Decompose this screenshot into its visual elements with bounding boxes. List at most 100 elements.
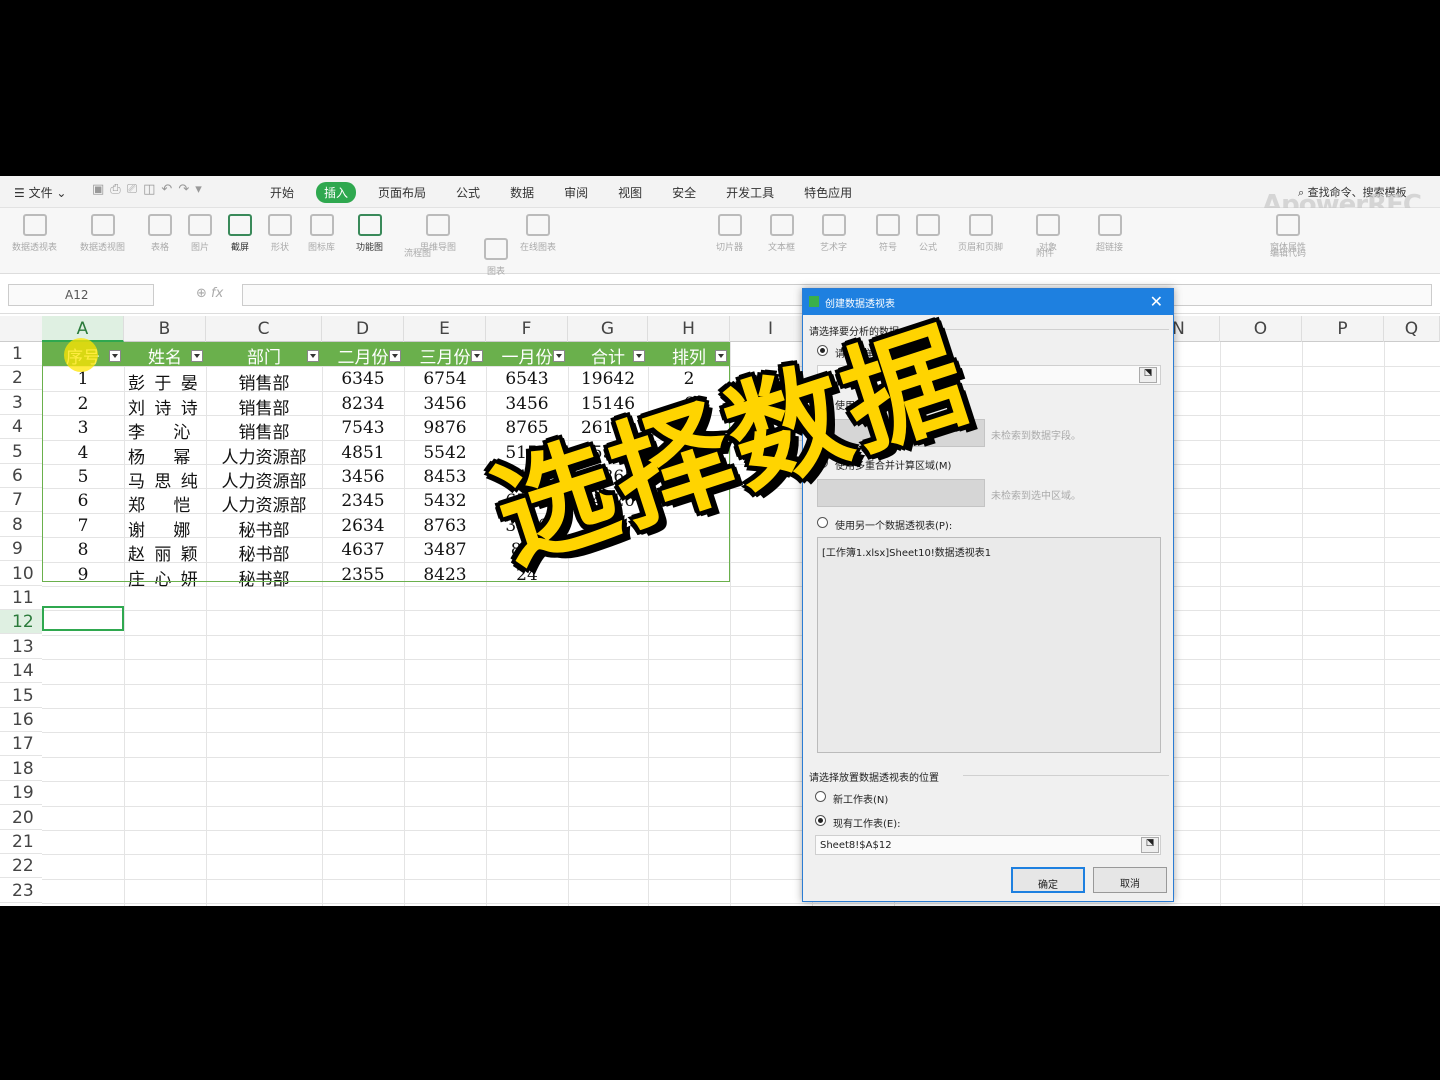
list-item[interactable]: [工作簿1.xlsx]Sheet10!数据透视表1 (822, 544, 1160, 559)
table-cell[interactable]: 销售部 (206, 392, 322, 419)
column-header[interactable]: H (648, 316, 730, 342)
table-cell[interactable]: 庄 心 妍 (124, 563, 206, 590)
filter-dropdown-icon[interactable] (471, 350, 483, 362)
filter-dropdown-icon[interactable] (191, 350, 203, 362)
row-header[interactable]: 2 (0, 366, 42, 391)
radio-another-pivot[interactable] (817, 517, 828, 528)
tab-review[interactable]: 审阅 (556, 182, 596, 203)
table-cell[interactable]: 刘 诗 诗 (124, 392, 206, 419)
ok-button[interactable]: 确定 (1011, 867, 1085, 893)
row-header[interactable]: 5 (0, 440, 42, 464)
table-cell[interactable]: 6 (42, 489, 124, 513)
save-icon[interactable]: ▣ (92, 182, 104, 197)
row-header[interactable]: 11 (0, 586, 42, 610)
table-cell[interactable]: 9 (42, 563, 124, 587)
table-header-cell[interactable]: 部门 (206, 342, 322, 368)
table-cell[interactable]: 销售部 (206, 416, 322, 443)
row-header[interactable]: 16 (0, 708, 42, 732)
table-cell[interactable]: 8234 (322, 392, 404, 416)
radio-existing-sheet[interactable] (815, 815, 826, 826)
table-header-cell[interactable]: 三月份 (404, 342, 486, 368)
table-cell[interactable]: 4637 (322, 538, 404, 562)
tab-insert[interactable]: 插入 (316, 182, 357, 203)
table-cell[interactable] (648, 563, 730, 587)
row-header[interactable]: 19 (0, 781, 42, 806)
name-box[interactable]: A12 (8, 284, 154, 306)
table-cell[interactable]: 杨 幂 (124, 441, 206, 468)
tab-formulas[interactable]: 公式 (448, 182, 488, 203)
table-cell[interactable]: 6543 (486, 367, 568, 391)
row-header[interactable]: 8 (0, 513, 42, 537)
table-cell[interactable]: 8763 (404, 514, 486, 538)
ribbon-item[interactable]: 功能图 (356, 214, 383, 253)
row-header[interactable]: 12 (0, 610, 42, 635)
location-input[interactable]: Sheet8!$A$12 (815, 835, 1161, 855)
row-header[interactable]: 21 (0, 830, 42, 854)
table-cell[interactable]: 8423 (404, 563, 486, 587)
column-header[interactable]: C (206, 316, 322, 342)
row-header[interactable]: 3 (0, 391, 42, 415)
table-cell[interactable]: 8 (42, 538, 124, 562)
ribbon-item[interactable]: 艺术字 (820, 214, 847, 253)
column-header[interactable]: D (322, 316, 404, 342)
ribbon-item[interactable]: 数据透视图 (80, 214, 125, 253)
table-cell[interactable]: 李 沁 (124, 416, 206, 443)
table-cell[interactable]: 秘书部 (206, 538, 322, 565)
table-cell[interactable]: 马 思 纯 (124, 465, 206, 492)
row-header[interactable]: 9 (0, 537, 42, 562)
column-header[interactable]: B (124, 316, 206, 342)
filter-dropdown-icon[interactable] (307, 350, 319, 362)
row-header[interactable]: 6 (0, 464, 42, 488)
table-cell[interactable]: 4851 (322, 441, 404, 465)
filter-dropdown-icon[interactable] (633, 350, 645, 362)
tab-home[interactable]: 开始 (262, 182, 302, 203)
ribbon-item[interactable]: 数据透视表 (12, 214, 57, 253)
dropdown-icon[interactable]: ▾ (195, 182, 202, 197)
ribbon-item-small[interactable]: 流程图 (404, 246, 431, 259)
table-cell[interactable]: 6754 (404, 367, 486, 391)
ribbon-item[interactable]: 形状 (268, 214, 292, 253)
radio-new-sheet[interactable] (815, 791, 826, 802)
ribbon-item[interactable]: 图标库 (308, 214, 335, 253)
row-header[interactable]: 4 (0, 415, 42, 440)
column-header[interactable]: P (1302, 316, 1384, 342)
row-header[interactable]: 15 (0, 684, 42, 708)
tab-data[interactable]: 数据 (502, 182, 542, 203)
table-header-cell[interactable]: 二月份 (322, 342, 404, 368)
active-cell[interactable] (42, 606, 124, 631)
table-header-cell[interactable]: 一月份 (486, 342, 568, 368)
table-cell[interactable]: 人力资源部 (206, 489, 322, 516)
redo-icon[interactable]: ↷ (178, 182, 189, 197)
preview-icon[interactable]: ◫ (143, 182, 155, 197)
table-cell[interactable]: 郑 恺 (124, 489, 206, 516)
table-cell[interactable]: 2355 (322, 563, 404, 587)
pivot-table-list[interactable]: [工作簿1.xlsx]Sheet10!数据透视表1 (817, 537, 1161, 753)
column-header[interactable]: E (404, 316, 486, 342)
ribbon-item[interactable]: 图表 (484, 238, 508, 277)
tab-security[interactable]: 安全 (664, 182, 704, 203)
column-header[interactable]: O (1220, 316, 1302, 342)
column-header[interactable]: Q (1384, 316, 1440, 342)
ribbon-item[interactable]: 切片器 (716, 214, 743, 253)
undo-icon[interactable]: ↶ (161, 182, 172, 197)
row-header[interactable]: 18 (0, 757, 42, 781)
table-cell[interactable]: 人力资源部 (206, 441, 322, 468)
table-cell[interactable]: 3487 (404, 538, 486, 562)
row-header[interactable]: 7 (0, 488, 42, 513)
ribbon-item[interactable]: 截屏 (228, 214, 252, 253)
row-header[interactable]: 13 (0, 635, 42, 659)
table-header-cell[interactable]: 姓名 (124, 342, 206, 368)
table-cell[interactable]: 3456 (322, 465, 404, 489)
row-header[interactable]: 10 (0, 562, 42, 586)
table-cell[interactable]: 7543 (322, 416, 404, 440)
row-header[interactable]: 23 (0, 879, 42, 903)
filter-dropdown-icon[interactable] (389, 350, 401, 362)
tab-special[interactable]: 特色应用 (796, 182, 860, 203)
cancel-button[interactable]: 取消 (1093, 867, 1167, 893)
ribbon-item[interactable]: 图片 (188, 214, 212, 253)
ribbon-item-small[interactable]: 编辑代码 (1270, 246, 1306, 259)
table-cell[interactable]: 5 (42, 465, 124, 489)
table-cell[interactable]: 2 (42, 392, 124, 416)
table-cell[interactable]: 秘书部 (206, 514, 322, 541)
close-icon[interactable]: ✕ (1150, 292, 1163, 311)
